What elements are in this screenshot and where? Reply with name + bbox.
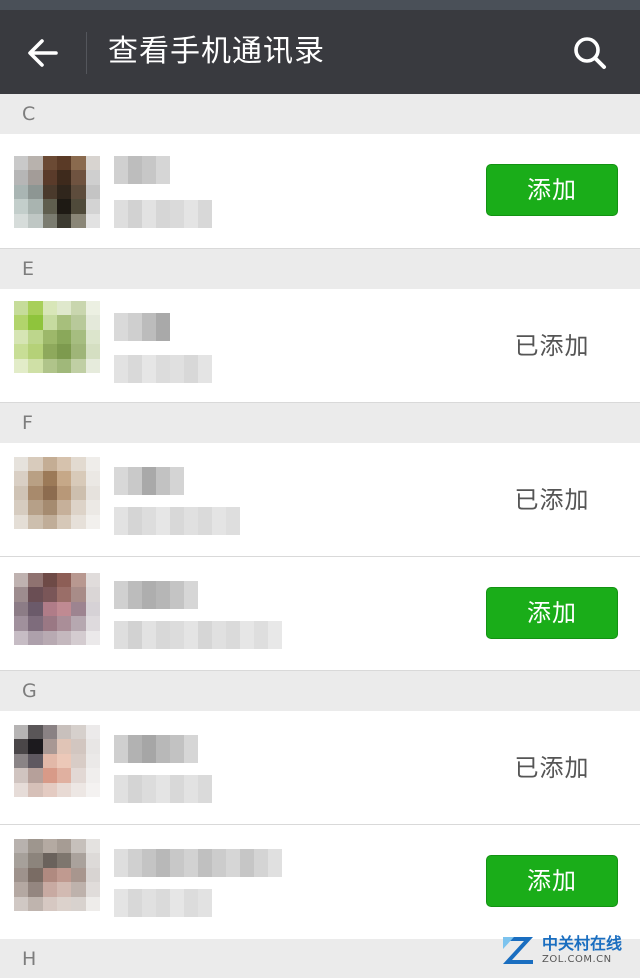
avatar [14,725,100,797]
added-status-label: 已添加 [514,332,590,360]
blurred-contact-name [114,467,184,495]
section-header-e: E [0,249,640,289]
watermark-chinese-text: 中关村在线 [542,934,623,953]
blurred-contact-subtitle [114,775,212,803]
arrow-left-icon [28,39,58,67]
section-header-f: F [0,403,640,443]
contact-row[interactable]: 添加 [0,825,640,939]
add-contact-button[interactable]: 添加 [486,164,618,216]
avatar [14,301,100,373]
blurred-contact-name [114,581,198,609]
page-title: 查看手机通讯录 [108,34,325,69]
header-divider [86,32,87,74]
zol-watermark: 中关村在线 ZOL.COM.CN [500,928,630,972]
contact-row[interactable]: 添加 [0,557,640,671]
blurred-contact-subtitle [114,355,212,383]
avatar [14,156,100,228]
search-button[interactable] [564,28,616,78]
blurred-contact-subtitle [114,507,240,535]
blurred-contact-subtitle [114,200,212,228]
blurred-contact-subtitle [114,889,212,917]
add-contact-button[interactable]: 添加 [486,855,618,907]
back-button[interactable] [18,28,68,78]
blurred-contact-name [114,735,198,763]
search-icon [574,37,606,69]
zol-logo-icon [503,937,533,964]
add-contact-button[interactable]: 添加 [486,587,618,639]
added-status-label: 已添加 [514,486,590,514]
contact-row[interactable]: 已添加 [0,443,640,557]
blurred-contact-name [114,156,170,184]
avatar [14,457,100,529]
section-header-c: C [0,94,640,134]
blurred-contact-name [114,849,282,877]
added-status-label: 已添加 [514,754,590,782]
section-header-g: G [0,671,640,711]
avatar [14,573,100,645]
blurred-contact-name [114,313,170,341]
contact-row[interactable]: 添加 [0,134,640,248]
blurred-contact-subtitle [114,621,282,649]
watermark-domain-text: ZOL.COM.CN [542,954,612,965]
top-navigation-bar: 查看手机通讯录 [0,10,640,94]
status-bar [0,0,640,10]
contact-row[interactable]: 已添加 [0,711,640,825]
contact-row[interactable]: 已添加 [0,289,640,403]
avatar [14,839,100,911]
